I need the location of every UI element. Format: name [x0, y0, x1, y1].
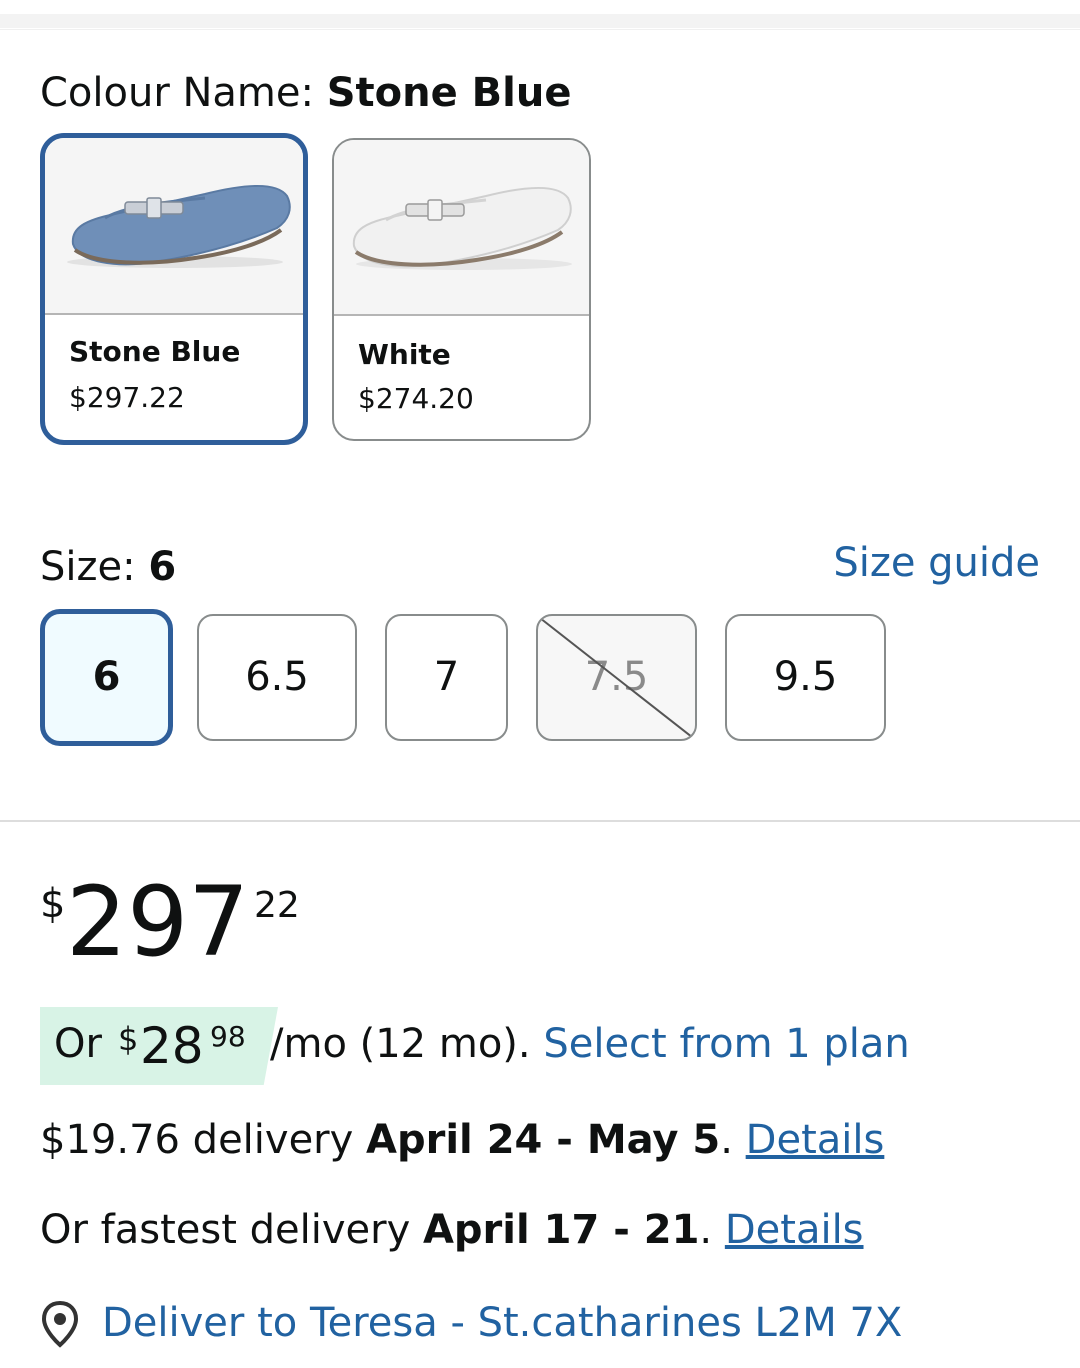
installment-whole: 28 — [140, 1017, 204, 1075]
top-strip — [0, 0, 1080, 30]
installment-suffix: /mo (12 mo). — [270, 1021, 531, 1067]
price-fraction: 22 — [254, 885, 300, 926]
section-divider — [0, 820, 1080, 822]
shoe-image-stone-blue — [45, 138, 303, 315]
standard-delivery-dates: April 24 - May 5 — [366, 1117, 721, 1163]
installment-fraction: 98 — [210, 1020, 246, 1053]
price-whole: 297 — [66, 866, 250, 978]
location-pin-icon — [41, 1300, 79, 1348]
price-currency: $ — [40, 881, 66, 927]
shoe-image-white — [334, 140, 589, 316]
size-option-6-5[interactable]: 6.5 — [197, 614, 357, 741]
colour-name-value: Stone Blue — [326, 70, 572, 116]
installment-row: Or $ 28 98 /mo (12 mo). Select from 1 pl… — [40, 1007, 1040, 1085]
strikethrough-icon — [539, 617, 695, 739]
swatch-name: Stone Blue — [69, 335, 241, 368]
size-option-9-5[interactable]: 9.5 — [725, 614, 886, 741]
fastest-delivery-dates: April 17 - 21 — [422, 1207, 700, 1253]
installment-currency: $ — [118, 1020, 139, 1058]
size-option-7[interactable]: 7 — [385, 614, 508, 741]
size-label: Size: 6 — [40, 544, 177, 590]
standard-delivery-details-link[interactable]: Details — [746, 1117, 885, 1163]
colour-swatch-stone-blue[interactable]: Stone Blue $297.22 — [40, 133, 308, 445]
price-display: $ 297 22 — [40, 860, 440, 980]
size-option-7-5-unavailable[interactable]: 7.5 — [536, 614, 697, 741]
swatch-price: $274.20 — [358, 382, 474, 415]
size-value: 6 — [148, 544, 177, 590]
deliver-to-text: Deliver to Teresa - St.catharines L2M 7X — [102, 1300, 903, 1346]
colour-swatch-white[interactable]: White $274.20 — [332, 138, 591, 441]
fastest-delivery: Or fastest delivery April 17 - 21. Detai… — [40, 1207, 864, 1253]
select-plan-link[interactable]: Select from 1 plan — [543, 1021, 909, 1067]
colour-name-label: Colour Name: Stone Blue — [40, 70, 572, 116]
fastest-delivery-details-link[interactable]: Details — [725, 1207, 864, 1253]
swatch-name: White — [358, 338, 451, 371]
installment-prefix: Or — [54, 1021, 102, 1067]
swatch-price: $297.22 — [69, 381, 185, 414]
standard-delivery: $19.76 delivery April 24 - May 5. Detail… — [40, 1117, 885, 1163]
size-option-6[interactable]: 6 — [40, 609, 173, 746]
size-guide-link[interactable]: Size guide — [833, 538, 1040, 588]
